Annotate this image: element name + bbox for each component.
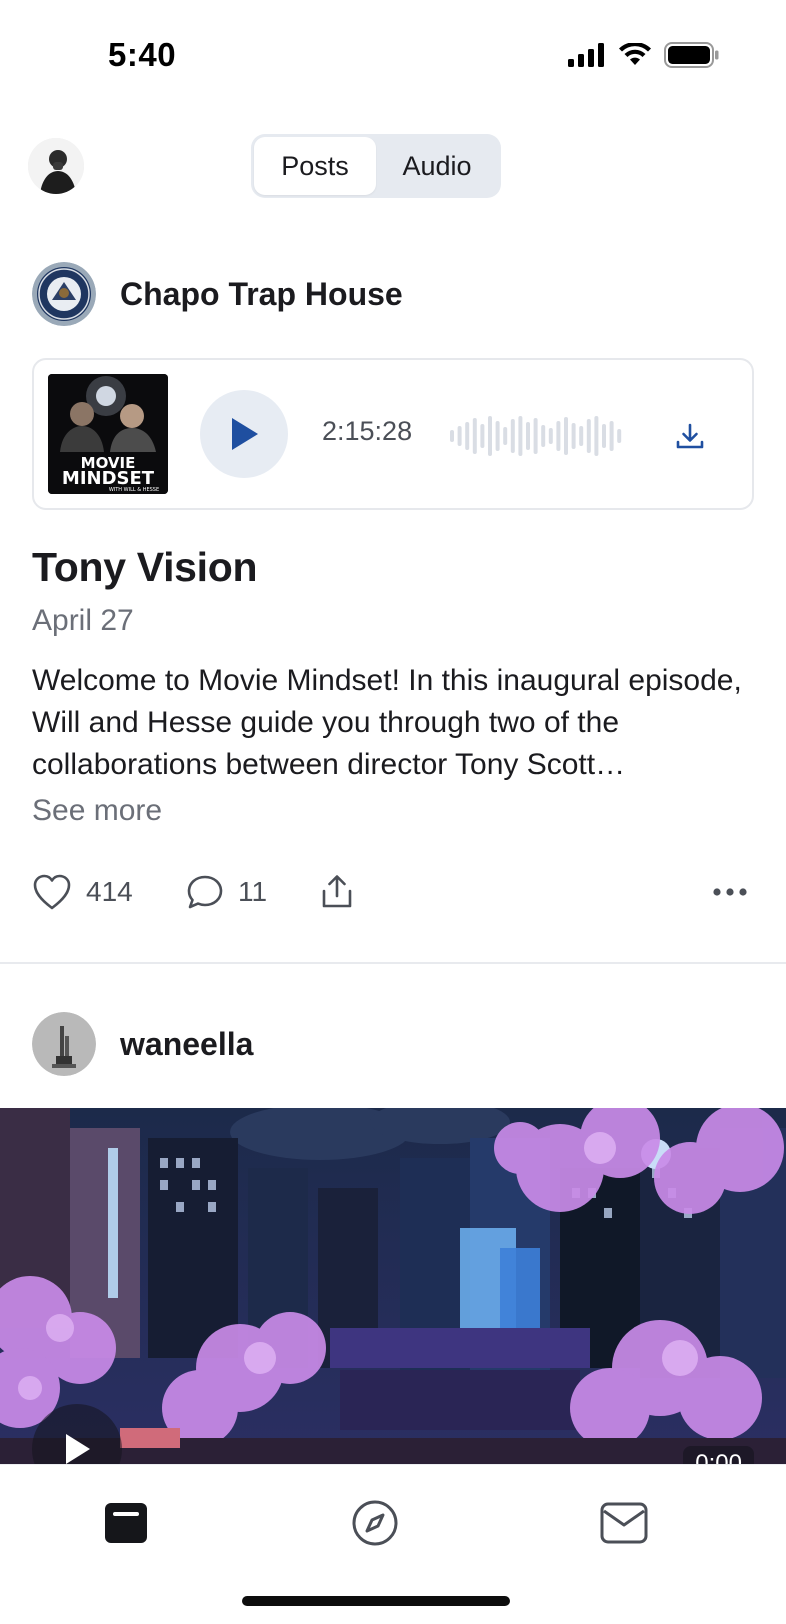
waveform-bar <box>579 426 584 446</box>
share-icon <box>322 875 352 908</box>
tab-inbox[interactable] <box>594 1493 654 1553</box>
post-actions: 414 11 <box>32 868 754 916</box>
waveform-bar <box>556 421 561 451</box>
comment-icon <box>187 875 223 909</box>
waveform-bar <box>594 416 599 456</box>
pixel-city-artwork <box>0 1108 786 1464</box>
audio-play-button[interactable] <box>200 390 288 478</box>
more-icon <box>713 888 747 896</box>
waveform-bar <box>533 418 538 454</box>
waveform-bar <box>457 426 462 446</box>
waveform-bar <box>617 429 622 443</box>
waveform-bar <box>495 421 500 451</box>
signal-icon <box>568 43 604 67</box>
waveform-bar <box>586 419 591 453</box>
post-author-row[interactable]: Chapo Trap House <box>32 262 403 326</box>
cover-subtitle: WITH WILL & HESSE <box>109 487 159 493</box>
waveform-bar <box>503 427 508 445</box>
profile-avatar[interactable] <box>28 138 84 194</box>
header: Posts Audio <box>0 132 786 200</box>
waveform-bar <box>526 422 530 450</box>
post-author-row[interactable]: waneella <box>32 1012 253 1076</box>
comment-count: 11 <box>238 876 268 907</box>
waveform-bar <box>564 417 568 455</box>
audio-duration: 2:15:28 <box>322 416 413 446</box>
audio-waveform[interactable] <box>450 414 626 458</box>
cover-title-line2: MINDSET <box>62 468 155 489</box>
play-icon <box>232 418 258 450</box>
waveform-bar <box>480 424 485 448</box>
author-avatar[interactable] <box>32 1012 96 1076</box>
waveform-bar <box>510 419 515 453</box>
waveform-bar <box>450 430 454 442</box>
download-button[interactable] <box>666 412 714 460</box>
audio-player-card: MOVIE MINDSET WITH WILL & HESSE 2:15:28 <box>32 358 754 510</box>
home-indicator <box>242 1596 510 1606</box>
posts-audio-toggle: Posts Audio <box>251 134 501 198</box>
waveform-bar <box>465 422 470 450</box>
like-button[interactable]: 414 <box>32 868 133 916</box>
author-name[interactable]: Chapo Trap House <box>120 276 403 313</box>
home-icon <box>105 1503 147 1543</box>
download-icon <box>676 423 704 449</box>
compass-icon <box>352 1500 398 1546</box>
waveform-bar <box>518 416 523 456</box>
post-media-video[interactable]: 0:00 <box>0 1108 786 1464</box>
author-name[interactable]: waneella <box>120 1026 253 1063</box>
waveform-bar <box>548 428 553 444</box>
post-divider <box>0 962 786 964</box>
post-body[interactable]: Welcome to Movie Mindset! In this inaugu… <box>32 660 762 786</box>
like-count: 414 <box>86 876 133 907</box>
tab-audio[interactable]: Audio <box>376 137 498 195</box>
play-icon <box>66 1434 90 1464</box>
waveform-bar <box>602 424 606 448</box>
video-duration: 0:00 <box>683 1446 754 1464</box>
waveform-bar <box>472 418 477 454</box>
tab-home[interactable] <box>96 1493 156 1553</box>
podcast-cover[interactable]: MOVIE MINDSET WITH WILL & HESSE <box>48 374 168 494</box>
status-icons <box>568 42 720 68</box>
tab-explore[interactable] <box>345 1493 405 1553</box>
inbox-icon <box>600 1502 648 1544</box>
waveform-bar <box>541 425 546 447</box>
post-title[interactable]: Tony Vision <box>32 544 258 591</box>
status-time: 5:40 <box>108 36 177 73</box>
waveform-bar <box>488 416 492 456</box>
tab-posts[interactable]: Posts <box>254 137 376 195</box>
waveform-bar <box>571 423 576 449</box>
status-bar: 5:40 <box>0 0 786 110</box>
comment-button[interactable]: 11 <box>186 868 267 916</box>
battery-icon <box>664 42 719 68</box>
heart-icon <box>33 874 71 910</box>
wifi-icon <box>619 43 651 65</box>
more-options-button[interactable] <box>712 868 748 916</box>
share-button[interactable] <box>320 868 354 916</box>
see-more-link[interactable]: See more <box>32 794 162 828</box>
waveform-bar <box>609 421 614 451</box>
post-date: April 27 <box>32 604 134 637</box>
author-avatar[interactable] <box>32 262 96 326</box>
